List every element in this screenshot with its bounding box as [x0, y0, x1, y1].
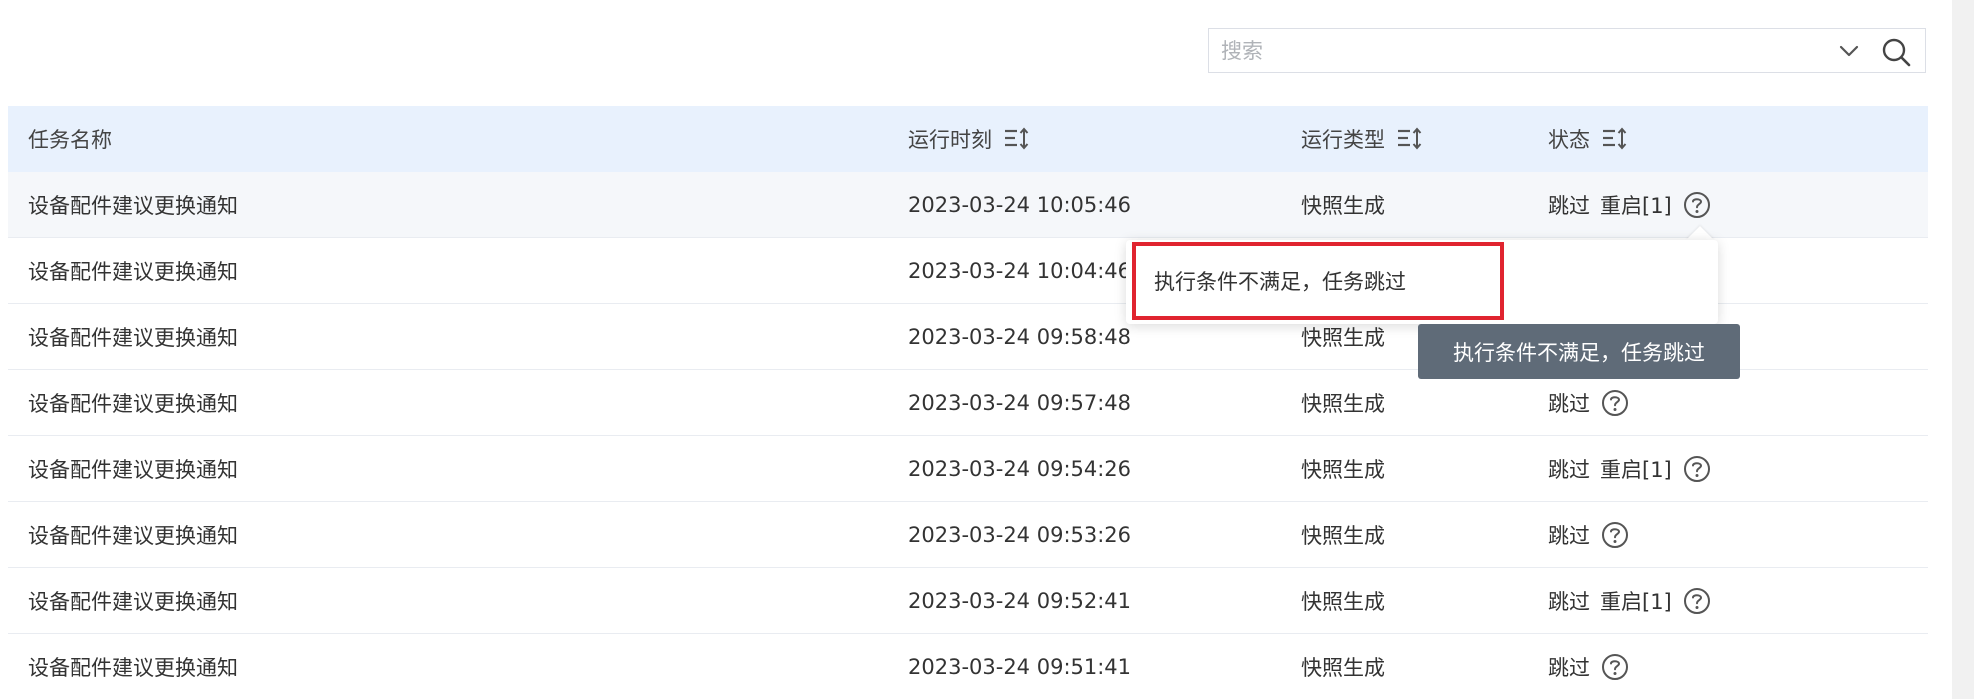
cell-task-name: 设备配件建议更换通知	[28, 590, 238, 614]
cell-task-name: 设备配件建议更换通知	[28, 458, 238, 482]
task-table: 任务名称 运行时刻 运行类型 状态 设备配件建议更换通知 2023-03-24 …	[8, 106, 1928, 699]
cell-task-name: 设备配件建议更换通知	[28, 392, 238, 416]
status-skip-label: 跳过	[1548, 590, 1590, 614]
header-run-time-label: 运行时刻	[908, 128, 992, 152]
vertical-scrollbar[interactable]	[1952, 0, 1974, 699]
header-status[interactable]: 状态	[1548, 106, 1630, 172]
sort-icon[interactable]	[1600, 126, 1630, 152]
help-circle-icon[interactable]	[1600, 652, 1630, 682]
cell-task-name: 设备配件建议更换通知	[28, 194, 238, 218]
search-box[interactable]	[1208, 28, 1926, 73]
cell-run-time: 2023-03-24 09:52:41	[908, 589, 1132, 613]
header-run-type[interactable]: 运行类型	[1301, 106, 1425, 172]
help-circle-icon[interactable]	[1682, 454, 1712, 484]
table-row[interactable]: 设备配件建议更换通知 2023-03-24 09:54:26 快照生成 跳过 重…	[8, 436, 1928, 502]
status-skip-label: 跳过	[1548, 656, 1590, 680]
table-row[interactable]: 设备配件建议更换通知 2023-03-24 09:53:26 快照生成 跳过	[8, 502, 1928, 568]
header-task-name: 任务名称	[28, 106, 112, 172]
header-status-label: 状态	[1548, 128, 1590, 152]
status-skip-label: 跳过	[1548, 458, 1590, 482]
chevron-down-icon[interactable]	[1835, 37, 1863, 65]
help-circle-icon[interactable]	[1682, 190, 1712, 220]
help-tooltip: 执行条件不满足，任务跳过	[1418, 324, 1740, 379]
help-circle-icon[interactable]	[1600, 388, 1630, 418]
cell-task-name: 设备配件建议更换通知	[28, 260, 238, 284]
cell-status: 跳过	[1548, 502, 1630, 568]
status-skip-label: 跳过	[1548, 194, 1590, 218]
cell-task-name: 设备配件建议更换通知	[28, 656, 238, 680]
cell-run-time: 2023-03-24 09:58:48	[908, 325, 1132, 349]
cell-run-time: 2023-03-24 09:57:48	[908, 391, 1132, 415]
cell-run-time: 2023-03-24 09:53:26	[908, 523, 1132, 547]
header-run-time[interactable]: 运行时刻	[908, 106, 1032, 172]
cell-status: 跳过 重启[1]	[1548, 568, 1712, 634]
cell-status: 跳过	[1548, 634, 1630, 699]
help-circle-icon[interactable]	[1600, 520, 1630, 550]
cell-run-type: 快照生成	[1301, 590, 1385, 614]
table-header: 任务名称 运行时刻 运行类型 状态	[8, 106, 1928, 172]
cell-run-type: 快照生成	[1301, 392, 1385, 416]
header-run-type-label: 运行类型	[1301, 128, 1385, 152]
popover-text: 执行条件不满足，任务跳过	[1154, 270, 1406, 294]
task-run-log-page: 任务名称 运行时刻 运行类型	[0, 0, 1974, 699]
status-skip-label: 跳过	[1548, 524, 1590, 548]
search-input[interactable]	[1221, 29, 1821, 72]
cell-task-name: 设备配件建议更换通知	[28, 326, 238, 350]
cell-run-type: 快照生成	[1301, 524, 1385, 548]
restart-link[interactable]: 重启[1]	[1600, 586, 1672, 616]
cell-task-name: 设备配件建议更换通知	[28, 524, 238, 548]
help-circle-icon[interactable]	[1682, 586, 1712, 616]
cell-run-type: 快照生成	[1301, 194, 1385, 218]
table-row[interactable]: 设备配件建议更换通知 2023-03-24 10:05:46 快照生成 跳过 重…	[8, 172, 1928, 238]
restart-link[interactable]: 重启[1]	[1600, 454, 1672, 484]
popover-arrow	[1686, 226, 1714, 240]
popover-highlight-box: 执行条件不满足，任务跳过	[1132, 242, 1504, 320]
cell-run-time: 2023-03-24 10:05:46	[908, 193, 1132, 217]
table-row[interactable]: 设备配件建议更换通知 2023-03-24 09:52:41 快照生成 跳过 重…	[8, 568, 1928, 634]
search-icon[interactable]	[1879, 35, 1913, 69]
sort-icon[interactable]	[1395, 126, 1425, 152]
sort-icon[interactable]	[1002, 126, 1032, 152]
header-task-name-label: 任务名称	[28, 128, 112, 152]
restart-link[interactable]: 重启[1]	[1600, 190, 1672, 220]
status-skip-label: 跳过	[1548, 392, 1590, 416]
cell-status: 跳过 重启[1]	[1548, 436, 1712, 502]
table-row[interactable]: 设备配件建议更换通知 2023-03-24 09:57:48 快照生成 跳过	[8, 370, 1928, 436]
tooltip-text: 执行条件不满足，任务跳过	[1453, 340, 1705, 365]
table-row[interactable]: 设备配件建议更换通知 2023-03-24 09:51:41 快照生成 跳过	[8, 634, 1928, 699]
cell-run-time: 2023-03-24 09:54:26	[908, 457, 1132, 481]
cell-status: 跳过	[1548, 370, 1630, 436]
cell-run-time: 2023-03-24 09:51:41	[908, 655, 1132, 679]
cell-run-time: 2023-03-24 10:04:46	[908, 259, 1132, 283]
cell-run-type: 快照生成	[1301, 458, 1385, 482]
cell-run-type: 快照生成	[1301, 656, 1385, 680]
